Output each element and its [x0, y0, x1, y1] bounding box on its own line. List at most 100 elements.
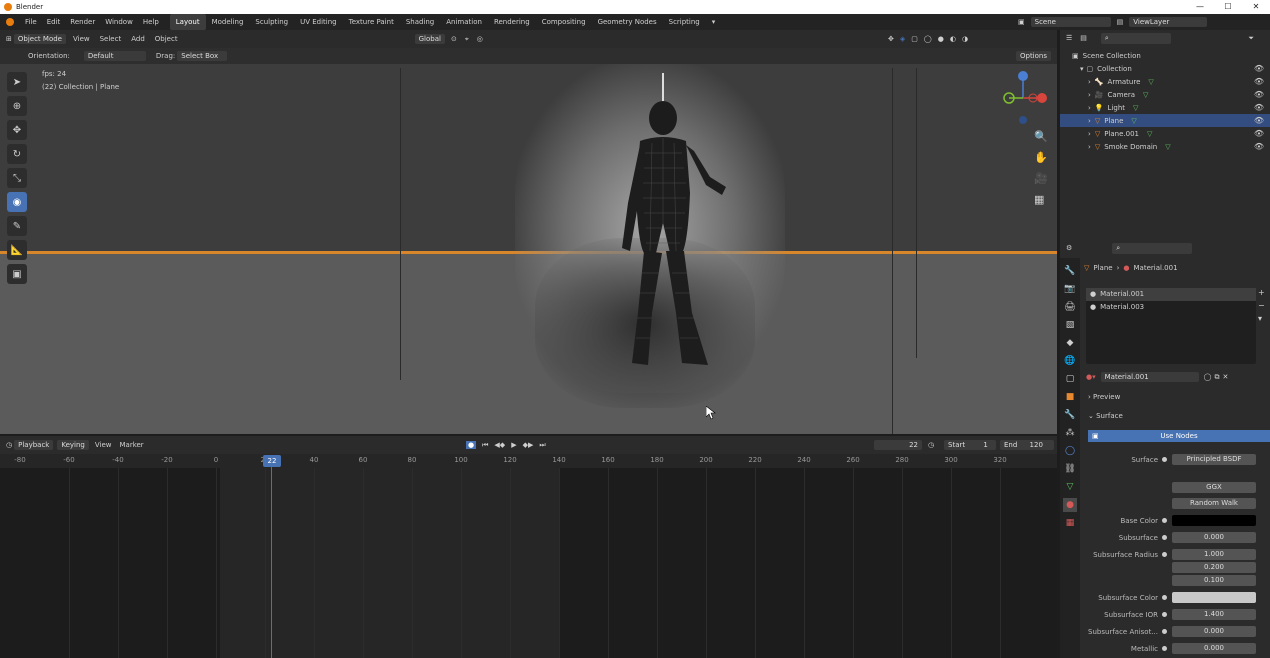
particles-tab-icon[interactable]: ⁂ — [1063, 426, 1077, 440]
tab-texture-paint[interactable]: Texture Paint — [343, 14, 400, 30]
material-slot-row[interactable]: ● Material.001 — [1086, 288, 1256, 301]
scale-tool-icon[interactable]: ⤡ — [7, 168, 27, 188]
scene-tab-icon[interactable]: ◆ — [1063, 336, 1077, 350]
visibility-eye-icon[interactable]: 👁 — [1254, 116, 1264, 125]
pan-hand-icon[interactable]: ✋ — [1034, 151, 1048, 164]
outliner-item-plane[interactable]: › ▽ Plane ▽ 👁 — [1060, 114, 1270, 127]
measure-tool-icon[interactable]: 📐 — [7, 240, 27, 260]
visibility-eye-icon[interactable]: 👁 — [1254, 64, 1264, 73]
tool-tab-icon[interactable]: 🔧 — [1063, 264, 1077, 278]
tab-animation[interactable]: Animation — [440, 14, 488, 30]
view-menu[interactable]: View — [73, 35, 90, 43]
tab-layout[interactable]: Layout — [169, 14, 206, 30]
outliner-item-smoke-domain[interactable]: › ▽ Smoke Domain ▽ 👁 — [1060, 140, 1270, 153]
socket-dot-icon[interactable] — [1162, 535, 1167, 540]
outliner-editor-icon[interactable]: ☰ — [1066, 34, 1072, 42]
object-menu[interactable]: Object — [155, 35, 178, 43]
browse-material-icon[interactable]: ●▾ — [1086, 373, 1096, 381]
maximize-button[interactable]: ☐ — [1214, 0, 1242, 14]
socket-dot-icon[interactable] — [1162, 612, 1167, 617]
property-field[interactable]: 1.000 — [1172, 549, 1256, 560]
render-tab-icon[interactable]: 📷 — [1063, 282, 1077, 296]
add-slot-button[interactable]: + — [1258, 288, 1265, 297]
material-slot-row[interactable]: ● Material.003 — [1086, 301, 1256, 314]
gizmo-icon[interactable]: ✥ — [888, 35, 894, 43]
playhead-frame-label[interactable]: 22 — [263, 455, 281, 467]
3d-viewport[interactable]: fps: 24 (22) Collection | Plane ➤ ⊕ ✥ ↻ … — [0, 48, 1057, 434]
property-field[interactable]: 0.200 — [1172, 562, 1256, 573]
socket-dot-icon[interactable] — [1162, 552, 1167, 557]
expand-arrow-icon[interactable]: › — [1088, 117, 1091, 125]
property-field[interactable]: 1.400 — [1172, 609, 1256, 620]
select-tool-icon[interactable]: ➤ — [7, 72, 27, 92]
navigation-gizmo[interactable] — [995, 68, 1051, 128]
unlink-material-icon[interactable]: ✕ — [1222, 373, 1228, 381]
zoom-icon[interactable]: 🔍 — [1034, 130, 1048, 143]
start-frame-field[interactable]: Start 1 — [944, 440, 996, 450]
clock-icon[interactable]: ◷ — [928, 441, 934, 449]
add-menu[interactable]: Add — [131, 35, 145, 43]
socket-dot-icon[interactable] — [1162, 646, 1167, 651]
menu-file[interactable]: File — [20, 18, 42, 26]
record-button[interactable]: ● — [466, 441, 477, 449]
minimize-button[interactable]: — — [1186, 0, 1214, 14]
physics-tab-icon[interactable]: ◯ — [1063, 444, 1077, 458]
texture-tab-icon[interactable]: ▦ — [1063, 516, 1077, 530]
camera-view-icon[interactable]: 🎥 — [1034, 172, 1048, 185]
outliner-item-plane-001[interactable]: › ▽ Plane.001 ▽ 👁 — [1060, 127, 1270, 140]
timeline-editor-icon[interactable]: ◷ — [6, 441, 12, 449]
jump-end-button[interactable]: ⏭ — [539, 441, 545, 450]
keying-menu[interactable]: Keying — [57, 440, 89, 450]
select-menu[interactable]: Select — [100, 35, 122, 43]
options-dropdown[interactable]: Options — [1015, 51, 1051, 61]
property-field[interactable]: 0.000 — [1172, 626, 1256, 637]
tab-sculpting[interactable]: Sculpting — [249, 14, 294, 30]
tab-scripting[interactable]: Scripting — [663, 14, 706, 30]
modifier-tab-icon[interactable]: 🔧 — [1063, 408, 1077, 422]
view-layer-tab-icon[interactable]: ▧ — [1063, 318, 1077, 332]
scene-icon[interactable]: ▣ — [1018, 18, 1025, 26]
view-menu-timeline[interactable]: View — [95, 441, 112, 449]
scene-collection-row[interactable]: ▣ Scene Collection — [1060, 49, 1270, 62]
next-key-button[interactable]: ◆▶ — [523, 441, 534, 449]
expand-arrow-icon[interactable]: › — [1088, 130, 1091, 138]
viewlayer-icon[interactable]: ▤ — [1117, 18, 1124, 26]
use-nodes-button[interactable]: ▣ Use Nodes — [1088, 430, 1270, 442]
tab-geometry-nodes[interactable]: Geometry Nodes — [592, 14, 663, 30]
socket-dot-icon[interactable] — [1162, 518, 1167, 523]
collection-tab-icon[interactable]: ▢ — [1063, 372, 1077, 386]
marker-menu[interactable]: Marker — [119, 441, 143, 449]
perspective-grid-icon[interactable]: ▦ — [1034, 193, 1048, 206]
add-workspace-icon[interactable]: ▾ — [706, 14, 722, 30]
transform-tool-icon[interactable]: ◉ — [7, 192, 27, 212]
duplicate-material-icon[interactable]: ⧉ — [1214, 373, 1219, 382]
expand-arrow-icon[interactable]: › — [1088, 143, 1091, 151]
overlay-icon[interactable]: ◈ — [900, 35, 905, 43]
annotate-tool-icon[interactable]: ✎ — [7, 216, 27, 236]
preview-panel-header[interactable]: › Preview — [1088, 393, 1120, 401]
socket-dot-icon[interactable] — [1162, 457, 1167, 462]
socket-dot-icon[interactable] — [1162, 595, 1167, 600]
visibility-eye-icon[interactable]: 👁 — [1254, 142, 1264, 151]
menu-help[interactable]: Help — [138, 18, 164, 26]
property-field[interactable] — [1172, 592, 1256, 603]
move-tool-icon[interactable]: ✥ — [7, 120, 27, 140]
tab-rendering[interactable]: Rendering — [488, 14, 536, 30]
property-field[interactable]: GGX — [1172, 482, 1256, 493]
display-mode-icon[interactable]: ▤ — [1080, 34, 1087, 42]
property-field[interactable]: Principled BSDF — [1172, 454, 1256, 465]
visibility-eye-icon[interactable]: 👁 — [1254, 129, 1264, 138]
data-tab-icon[interactable]: ▽ — [1063, 480, 1077, 494]
rotate-tool-icon[interactable]: ↻ — [7, 144, 27, 164]
material-slot-list[interactable]: ● Material.001 ● Material.003 — [1086, 288, 1256, 364]
outliner-item-armature[interactable]: › 🦴 Armature ▽ 👁 — [1060, 75, 1270, 88]
property-field[interactable]: 0.000 — [1172, 532, 1256, 543]
material-tab-icon[interactable]: ● — [1063, 498, 1077, 512]
scene-field[interactable]: Scene — [1030, 17, 1111, 27]
tab-modeling[interactable]: Modeling — [206, 14, 250, 30]
expand-arrow-icon[interactable]: › — [1088, 78, 1091, 86]
object-tab-icon[interactable]: ■ — [1063, 390, 1077, 404]
mode-selector[interactable]: Object Mode — [13, 34, 66, 44]
timeline-area[interactable] — [0, 468, 1057, 658]
tab-compositing[interactable]: Compositing — [536, 14, 592, 30]
